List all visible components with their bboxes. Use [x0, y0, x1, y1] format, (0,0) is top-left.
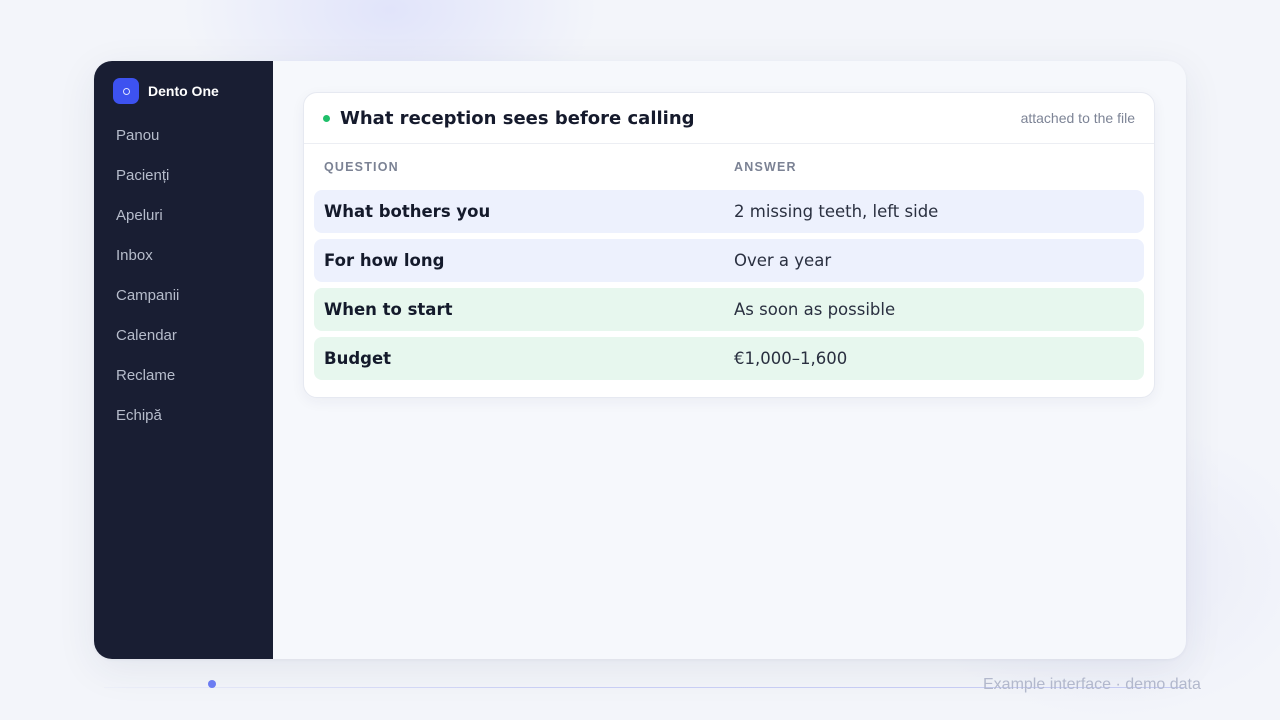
sidebar-item-inbox[interactable]: Inbox: [94, 236, 273, 276]
table-row: Budget €1,000–1,600: [314, 337, 1144, 380]
question-cell: What bothers you: [324, 202, 491, 221]
footer-caption: Example interface · demo data: [983, 676, 1201, 693]
status-dot-icon: [323, 114, 330, 122]
question-cell: When to start: [324, 300, 453, 319]
sidebar: Dento One Panou Pacienți Apeluri Inbox C…: [94, 61, 273, 659]
brand-logo-icon: [113, 78, 139, 104]
sidebar-item-pacienti[interactable]: Pacienți: [94, 156, 273, 196]
sidebar-item-calendar[interactable]: Calendar: [94, 316, 273, 356]
table-row: What bothers you 2 missing teeth, left s…: [314, 190, 1144, 233]
sidebar-item-campanii[interactable]: Campanii: [94, 276, 273, 316]
sidebar-item-echipa[interactable]: Echipă: [94, 396, 273, 436]
question-cell: For how long: [324, 251, 445, 270]
app-window: Dento One Panou Pacienți Apeluri Inbox C…: [94, 61, 1186, 659]
brand[interactable]: Dento One: [94, 78, 273, 104]
answer-cell: As soon as possible: [734, 300, 896, 319]
sidebar-item-panou[interactable]: Panou: [94, 116, 273, 156]
table-row: When to start As soon as possible: [314, 288, 1144, 331]
footer-progress-dot: [208, 680, 216, 688]
table-row: For how long Over a year: [314, 239, 1144, 282]
column-header-question: QUESTION: [324, 160, 399, 174]
brand-name: Dento One: [148, 83, 219, 99]
intake-card: What reception sees before calling attac…: [303, 92, 1155, 398]
card-note: attached to the file: [1020, 110, 1135, 126]
answer-cell: €1,000–1,600: [734, 349, 848, 368]
sidebar-nav: Panou Pacienți Apeluri Inbox Campanii Ca…: [94, 116, 273, 436]
question-cell: Budget: [324, 349, 392, 368]
sidebar-item-reclame[interactable]: Reclame: [94, 356, 273, 396]
main-content: What reception sees before calling attac…: [273, 61, 1186, 659]
answer-cell: 2 missing teeth, left side: [734, 202, 939, 221]
card-title-wrap: What reception sees before calling: [323, 108, 695, 129]
column-header-answer: ANSWER: [734, 160, 797, 174]
sidebar-item-apeluri[interactable]: Apeluri: [94, 196, 273, 236]
card-header: What reception sees before calling attac…: [304, 93, 1154, 144]
table-header: QUESTION ANSWER: [304, 144, 1154, 190]
answer-cell: Over a year: [734, 251, 832, 270]
card-title: What reception sees before calling: [340, 107, 695, 129]
brand-logo-mark: [122, 87, 130, 95]
